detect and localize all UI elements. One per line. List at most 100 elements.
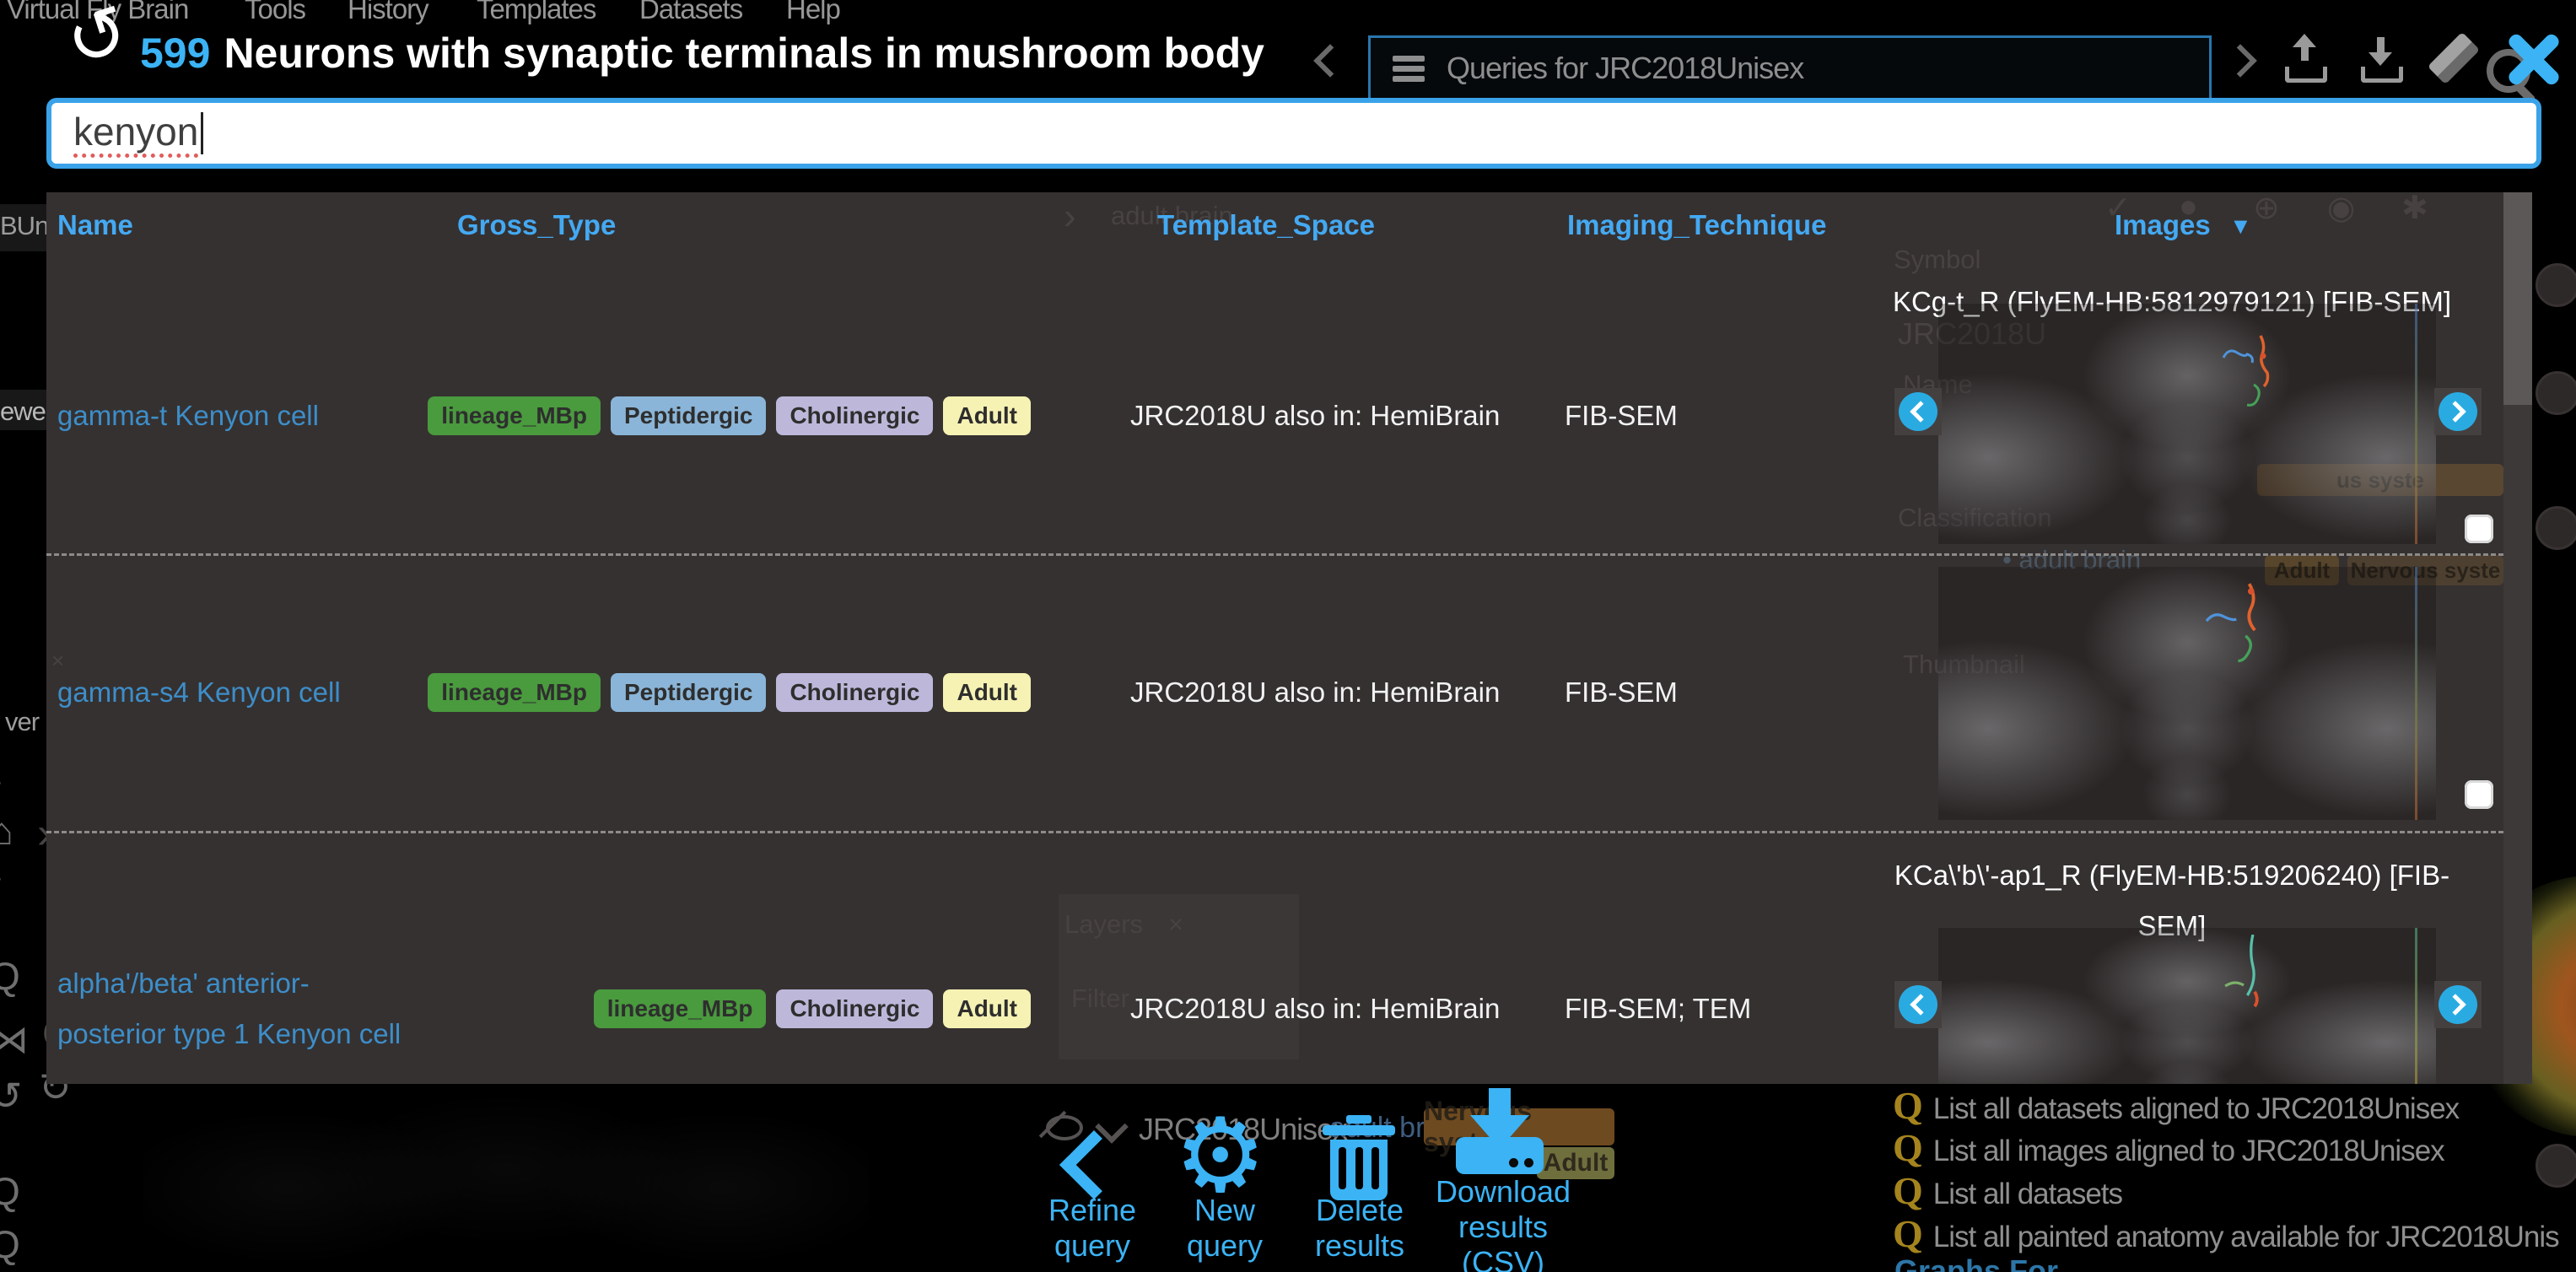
query-q-icon[interactable]: Q xyxy=(0,1221,20,1267)
table-scrollbar-thumb[interactable] xyxy=(2503,192,2532,405)
row-1-imaging-technique: FIB-SEM xyxy=(1565,400,1678,432)
query-menu-item[interactable]: Q List all painted anatomy available for… xyxy=(1893,1211,2559,1256)
bowtie-icon[interactable]: ⋈ xyxy=(0,1016,29,1062)
queries-next-icon[interactable] xyxy=(2223,44,2257,78)
tag-adult[interactable]: Adult xyxy=(943,989,1031,1028)
row-2-brain-image[interactable] xyxy=(1938,567,2436,820)
row-1-image-next-button[interactable] xyxy=(2434,388,2482,435)
row-3-template-space: JRC2018U also in: HemiBrain xyxy=(1130,993,1500,1025)
row-2-tags: lineage_MBp Peptidergic Cholinergic Adul… xyxy=(472,673,1031,712)
menu-history[interactable]: History xyxy=(348,0,428,25)
column-header-name[interactable]: Name xyxy=(57,209,133,241)
tag-cholinergic[interactable]: Cholinergic xyxy=(776,673,933,712)
refine-query-icon[interactable] xyxy=(1059,1130,1129,1199)
tag-cholinergic[interactable]: Cholinergic xyxy=(776,396,933,435)
row-1-name-link[interactable]: gamma-t Kenyon cell xyxy=(57,391,428,441)
query-q-icon: Q xyxy=(1893,1168,1923,1213)
tag-lineage-mbp[interactable]: lineage_MBp xyxy=(428,396,601,435)
bg-chevron-icon: › xyxy=(1064,196,1076,238)
row-2-imaging-technique: FIB-SEM xyxy=(1565,676,1678,709)
download-results-button[interactable]: Download results (CSV) xyxy=(1427,1174,1579,1272)
row-3-tags: lineage_MBp Cholinergic Adult xyxy=(472,989,1031,1028)
menu-datasets[interactable]: Datasets xyxy=(639,0,742,25)
download-results-icon[interactable] xyxy=(1456,1088,1544,1172)
slice-indicator xyxy=(2415,928,2417,1084)
query-q-icon: Q xyxy=(1893,1211,1923,1256)
row-3-name-link[interactable]: alpha'/beta' anterior-posterior type 1 K… xyxy=(57,958,416,1059)
column-header-gross-type[interactable]: Gross_Type xyxy=(457,209,616,241)
row-1-brain-image[interactable] xyxy=(1938,304,2436,544)
upload-icon[interactable] xyxy=(2282,34,2330,83)
row-1-image-prev-button[interactable] xyxy=(1894,388,1942,435)
bg-symbol-label: Symbol xyxy=(1894,245,1981,275)
query-q-icon[interactable]: Q xyxy=(0,1168,20,1214)
slash-icon: / xyxy=(0,870,1,916)
row-1-template-space: JRC2018U also in: HemiBrain xyxy=(1130,400,1500,432)
bg-layers-label: Layers xyxy=(1064,909,1143,940)
result-title: Neurons with synaptic terminals in mushr… xyxy=(224,29,1264,78)
bg-cluster-icon: ✱ xyxy=(2401,192,2428,227)
neuron-trace xyxy=(2217,332,2301,417)
tag-peptidergic[interactable]: Peptidergic xyxy=(611,673,766,712)
row-3-imaging-technique: FIB-SEM; TEM xyxy=(1565,993,1751,1025)
delete-results-trash-icon[interactable] xyxy=(1323,1115,1395,1203)
hamburger-icon[interactable] xyxy=(1393,51,1425,86)
rotate-ccw-icon[interactable]: ↺ xyxy=(0,1073,23,1118)
edge-badge-icon xyxy=(2536,263,2576,307)
queries-selector-label: Queries for JRC2018Unisex xyxy=(1447,51,1803,86)
graphs-for-heading: Graphs For xyxy=(1894,1253,2058,1272)
query-menu-item[interactable]: Q List all datasets xyxy=(1893,1168,2122,1213)
result-count: 599 xyxy=(140,29,210,78)
delete-results-button[interactable]: Delete results xyxy=(1292,1193,1427,1264)
search-input[interactable]: kenyon xyxy=(46,98,2541,169)
queries-prev-icon[interactable] xyxy=(1313,44,1347,78)
menu-templates[interactable]: Templates xyxy=(477,0,595,25)
tab-fragment-viewer: ewer xyxy=(0,396,53,427)
queries-selector[interactable]: Queries for JRC2018Unisex xyxy=(1368,35,2212,101)
row-2-template-space: JRC2018U also in: HemiBrain xyxy=(1130,676,1500,709)
tag-lineage-mbp[interactable]: lineage_MBp xyxy=(428,673,601,712)
home-icon[interactable]: ⌂ xyxy=(0,808,13,854)
row-divider xyxy=(46,553,2503,556)
neuron-trace xyxy=(2197,582,2290,675)
query-menu-item[interactable]: Q List all images aligned to JRC2018Unis… xyxy=(1893,1125,2444,1170)
edge-badge-icon xyxy=(2536,1144,2576,1188)
row-3-image-next-button[interactable] xyxy=(2434,981,2482,1028)
query-q-icon[interactable]: Q xyxy=(0,953,20,999)
row-3-brain-image[interactable] xyxy=(1938,928,2436,1084)
new-query-gear-icon[interactable]: ⚙ xyxy=(1174,1112,1266,1199)
tab-fragment-ver: ver xyxy=(5,707,39,737)
tag-adult[interactable]: Adult xyxy=(943,673,1031,712)
query-menu-label: List all painted anatomy available for J… xyxy=(1933,1221,2559,1254)
text-caret xyxy=(201,112,203,154)
column-header-template-space[interactable]: Template_Space xyxy=(1157,209,1375,241)
query-menu-item[interactable]: Q List all datasets aligned to JRC2018Un… xyxy=(1893,1083,2459,1128)
sort-desc-icon[interactable]: ▼ xyxy=(2229,213,2252,240)
column-header-imaging-technique[interactable]: Imaging_Technique xyxy=(1567,209,1826,241)
row-3-image-prev-button[interactable] xyxy=(1894,981,1942,1028)
bg-filter-label: Filter xyxy=(1071,984,1129,1014)
tag-peptidergic[interactable]: Peptidergic xyxy=(611,396,766,435)
bg-eye-icon: ◉ xyxy=(2327,192,2355,227)
tag-lineage-mbp[interactable]: lineage_MBp xyxy=(594,989,767,1028)
search-query-text: kenyon xyxy=(73,110,198,158)
edge-badge-icon xyxy=(2536,371,2576,415)
eraser-icon[interactable] xyxy=(2428,32,2480,84)
menu-help[interactable]: Help xyxy=(786,0,840,25)
column-header-images[interactable]: Images xyxy=(2115,209,2211,241)
slash-icon: \ xyxy=(0,747,1,793)
row-2-name-link[interactable]: gamma-s4 Kenyon cell xyxy=(57,667,428,718)
query-menu-label: List all datasets aligned to JRC2018Unis… xyxy=(1933,1092,2459,1126)
download-icon[interactable] xyxy=(2358,34,2406,83)
row-1-checkbox[interactable] xyxy=(2465,515,2493,543)
bg-target-icon: ⊕ xyxy=(2253,192,2280,227)
menu-tools[interactable]: Tools xyxy=(245,0,305,25)
query-menu-label: List all images aligned to JRC2018Unisex xyxy=(1933,1135,2444,1168)
tag-adult[interactable]: Adult xyxy=(943,396,1031,435)
query-q-icon: Q xyxy=(1893,1125,1923,1170)
query-menu-label: List all datasets xyxy=(1933,1178,2122,1211)
tag-cholinergic[interactable]: Cholinergic xyxy=(776,989,933,1028)
new-query-button[interactable]: New query xyxy=(1157,1193,1292,1264)
refine-query-button[interactable]: Refine query xyxy=(1025,1193,1160,1264)
row-2-checkbox[interactable] xyxy=(2465,780,2493,809)
